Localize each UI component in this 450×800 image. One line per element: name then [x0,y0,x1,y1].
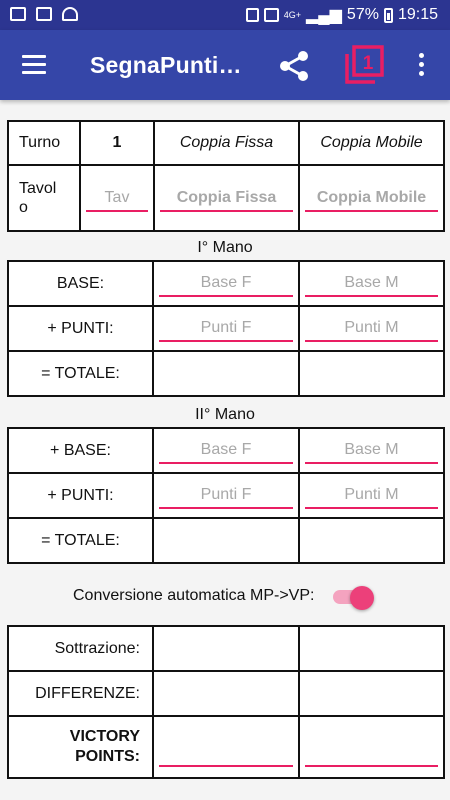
mano-2-base-f-input[interactable]: Base F [159,437,293,464]
coppia-mobile-input[interactable]: Coppia Mobile [305,185,438,212]
header-table: Turno 1 Coppia Fissa Coppia Mobile Tavol… [7,120,445,232]
mano-1-base-f-input[interactable]: Base F [159,270,293,297]
mano-1-punti-m-input[interactable]: Punti M [305,315,438,342]
victory-points-f-input[interactable] [159,745,293,767]
coppia-mobile-label: Coppia Mobile [298,120,445,166]
mano-2-totale-label: = TOTALE: [7,517,154,564]
app-bar: SegnaPunti… 1 [0,30,450,100]
sottrazione-label: Sottrazione: [7,625,154,672]
chart-status-icon [263,8,279,22]
sottrazione-m [298,625,445,672]
filter-1-icon[interactable]: 1 [343,44,385,86]
mano-2-table: + BASE: Base F Base M + PUNTI: Punti F P… [7,427,445,564]
mano-2-punti-m-input[interactable]: Punti M [305,482,438,509]
signal-icon: ▂▄▆ [305,7,342,24]
tavolo-input[interactable]: Tav [86,185,148,212]
mano-1-table: BASE: Base F Base M + PUNTI: Punti F Pun… [7,260,445,397]
mano-1-totale-m [298,350,445,397]
victory-points-m-input[interactable] [305,745,438,767]
conversion-row: Conversione automatica MP->VP: [0,584,450,610]
mano-2-totale-m [298,517,445,564]
mano-1-totale-label: = TOTALE: [7,350,154,397]
victory-label-line-2: POINTS: [75,748,140,765]
battery-percent: 57% [346,6,379,23]
system-icons: 4G+ ▂▄▆ 57% 19:15 [245,5,438,25]
differenze-label: DIFFERENZE: [7,670,154,717]
toggle-thumb [350,586,374,610]
mano-1-totale-f [152,350,300,397]
differenze-f [152,670,300,717]
turno-value: 1 [79,120,155,166]
wifi-icon [62,7,78,21]
mano-2-base-label: + BASE: [7,427,154,474]
mano-2-title: II° Mano [195,406,255,423]
coppia-fissa-label: Coppia Fissa [153,120,300,166]
mano-1-base-m-input[interactable]: Base M [305,270,438,297]
mano-2-punti-label: + PUNTI: [7,472,154,519]
differenze-m [298,670,445,717]
mano-2-punti-f-input[interactable]: Punti F [159,482,293,509]
app-title: SegnaPunti… [90,52,242,78]
network-type: 4G+ [283,9,301,20]
home-status-icon [245,8,259,22]
sottrazione-f [152,625,300,672]
victory-label-line-1: VICTORY [69,728,140,745]
more-options-icon[interactable] [414,52,428,80]
mano-2-base-m-input[interactable]: Base M [305,437,438,464]
share-icon[interactable] [276,48,312,84]
coppia-fissa-input[interactable]: Coppia Fissa [160,185,293,212]
turno-label: Turno [7,120,81,166]
mail-notification-icon [36,7,52,21]
mano-1-title: I° Mano [197,239,253,256]
victory-points-label: VICTORY POINTS: [7,715,154,779]
menu-icon[interactable] [22,55,48,75]
mano-1-punti-label: + PUNTI: [7,305,154,352]
image-notification-icon [10,7,26,21]
mano-2-totale-f [152,517,300,564]
tavolo-label: Tavolo [7,164,81,232]
conversion-label: Conversione automatica MP->VP: [73,587,315,604]
mano-1-base-label: BASE: [7,260,154,307]
counter-value: 1 [363,53,374,74]
mano-1-punti-f-input[interactable]: Punti F [159,315,293,342]
results-table: Sottrazione: DIFFERENZE: VICTORY POINTS: [7,625,445,779]
clock: 19:15 [397,6,438,23]
battery-icon [383,7,393,23]
notification-icons [10,7,78,21]
status-bar: 4G+ ▂▄▆ 57% 19:15 [0,0,450,30]
conversion-toggle[interactable] [333,586,375,610]
